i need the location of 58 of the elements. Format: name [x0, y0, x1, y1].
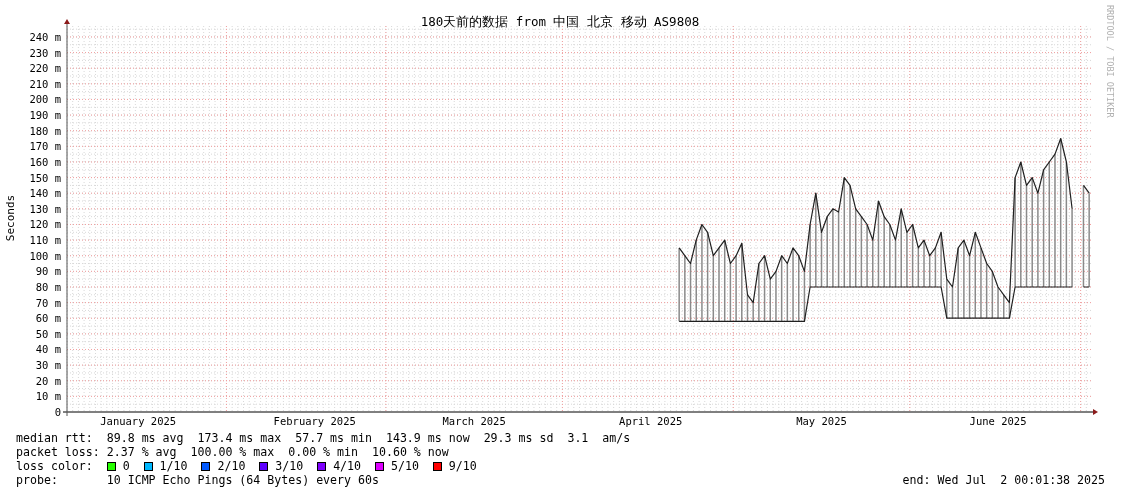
- stat-value: 3.1: [567, 431, 589, 445]
- tick-label: June 2025: [969, 415, 1027, 427]
- tick-label: May 2025: [796, 415, 847, 427]
- probe-text: 10 ICMP Echo Pings (64 Bytes) every 60s: [106, 473, 379, 487]
- end-time: end: Wed Jul 2 00:01:38 2025: [902, 473, 1105, 487]
- tick-label: 200 m: [29, 93, 61, 106]
- legend-label: 9/10: [448, 459, 477, 473]
- tick-label: March 2025: [442, 415, 506, 427]
- tick-label: January 2025: [100, 415, 177, 427]
- stat-value: 89.8 ms avg: [106, 431, 184, 445]
- side-credit: RRDTOOL / TOBI OETIKER: [1105, 5, 1115, 118]
- tick-label: 240 m: [29, 30, 61, 43]
- tick-label: 40 m: [35, 343, 61, 356]
- legend-label: 2/10: [217, 459, 246, 473]
- stat-value: 0.00 % min: [288, 445, 359, 459]
- legend-label: 0: [122, 459, 130, 473]
- tick-label: 210 m: [29, 77, 61, 90]
- tick-label: 70 m: [35, 296, 61, 309]
- stat-value: 173.4 ms max: [197, 431, 282, 445]
- tick-label: 230 m: [29, 46, 61, 59]
- stat-value: 2.37 % avg: [106, 445, 177, 459]
- tick-label: 60 m: [35, 312, 61, 325]
- tick-label: 190 m: [29, 109, 61, 122]
- stat-label: packet loss:: [16, 445, 101, 459]
- tick-label: 90 m: [35, 265, 61, 278]
- stat-value: 57.7 ms min: [295, 431, 372, 445]
- tick-label: 10 m: [35, 390, 61, 403]
- tick-label: April 2025: [619, 415, 683, 427]
- tick-label: 50 m: [35, 327, 61, 340]
- tick-label: 170 m: [29, 140, 61, 153]
- legend-label: 4/10: [333, 459, 362, 473]
- axis-title: Seconds: [4, 194, 17, 242]
- tick-label: 220 m: [29, 62, 61, 75]
- stat-label: median rtt:: [16, 431, 94, 445]
- tick-label: 140 m: [29, 187, 61, 200]
- tick-label: 0: [54, 406, 61, 418]
- tick-label: 150 m: [29, 171, 61, 184]
- tick-label: 80 m: [35, 281, 61, 293]
- chart-title: 180天前的数据 from 中国 北京 移动 AS9808: [420, 14, 700, 29]
- legend-label: 3/10: [275, 459, 304, 473]
- tick-label: February 2025: [273, 415, 356, 427]
- tick-label: 130 m: [29, 202, 61, 215]
- tick-label: 100 m: [29, 249, 61, 262]
- tick-label: 180 m: [29, 124, 61, 137]
- stat-value: 100.00 % max: [190, 445, 275, 459]
- stat-value: 29.3 ms sd: [483, 431, 554, 445]
- stat-value: 143.9 ms now: [385, 431, 470, 445]
- tick-label: 20 m: [35, 374, 61, 387]
- stat-value: am/s: [602, 431, 631, 445]
- legend-label: 1/10: [159, 459, 188, 473]
- stat-label: probe:: [16, 473, 59, 487]
- tick-label: 120 m: [29, 218, 61, 231]
- tick-label: 30 m: [35, 359, 61, 372]
- tick-label: 110 m: [29, 234, 61, 247]
- stat-value: 10.60 % now: [372, 445, 449, 459]
- legend-label: 5/10: [391, 459, 419, 473]
- stat-label: loss color:: [16, 459, 94, 473]
- tick-label: 160 m: [29, 155, 61, 168]
